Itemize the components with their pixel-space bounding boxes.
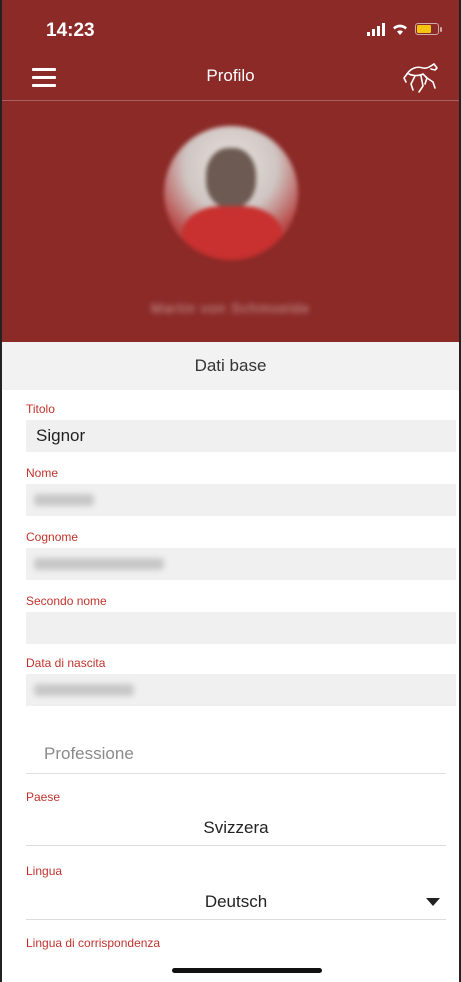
- titolo-field[interactable]: Titolo Signor: [26, 402, 456, 452]
- paese-value-text: Svizzera: [203, 818, 269, 837]
- professione-field[interactable]: [26, 736, 446, 774]
- section-header: Dati base: [2, 342, 459, 390]
- cognome-field[interactable]: Cognome: [26, 530, 456, 580]
- status-time: 14:23: [46, 20, 95, 41]
- titolo-value[interactable]: Signor: [26, 420, 456, 452]
- nome-value[interactable]: [26, 484, 456, 516]
- page-title: Profilo: [206, 66, 255, 85]
- lingua-value-text: Deutsch: [204, 892, 268, 911]
- lingua-corrispondenza-label: Lingua di corrispondenza: [26, 936, 161, 950]
- paese-select[interactable]: Paese Svizzera: [26, 790, 446, 846]
- secondo-nome-label: Secondo nome: [26, 594, 107, 608]
- status-bar: 14:23: [2, 0, 459, 58]
- horse-logo-icon: [403, 63, 438, 93]
- data-nascita-value[interactable]: [26, 674, 456, 706]
- dropdown-caret-icon[interactable]: [426, 898, 440, 906]
- home-indicator[interactable]: [172, 968, 322, 973]
- signal-icon: [367, 22, 385, 36]
- phone-screen: 14:23 Profilo Martin von Schmoelde Dati …: [0, 0, 461, 982]
- battery-icon: [415, 23, 442, 35]
- lingua-select[interactable]: Lingua Deutsch: [26, 864, 446, 920]
- profile-name: Martin von Schmoelde: [150, 300, 311, 316]
- nav-divider: [2, 100, 459, 101]
- avatar[interactable]: [164, 126, 298, 260]
- secondo-nome-value[interactable]: [26, 612, 456, 644]
- nome-label: Nome: [26, 466, 59, 480]
- paese-value[interactable]: Svizzera: [26, 810, 446, 846]
- secondo-nome-field[interactable]: Secondo nome: [26, 594, 456, 644]
- navigation-bar: Profilo: [2, 58, 459, 98]
- cognome-label: Cognome: [26, 530, 79, 544]
- nome-field[interactable]: Nome: [26, 466, 456, 516]
- professione-input[interactable]: [26, 736, 446, 772]
- data-nascita-field[interactable]: Data di nascita: [26, 656, 456, 706]
- cognome-value[interactable]: [26, 548, 456, 580]
- paese-label: Paese: [26, 790, 61, 804]
- wifi-icon: [393, 24, 407, 35]
- status-icons: [367, 22, 442, 36]
- lingua-label: Lingua: [26, 864, 63, 878]
- titolo-label: Titolo: [26, 402, 55, 416]
- lingua-value[interactable]: Deutsch: [26, 884, 446, 920]
- data-nascita-label: Data di nascita: [26, 656, 106, 670]
